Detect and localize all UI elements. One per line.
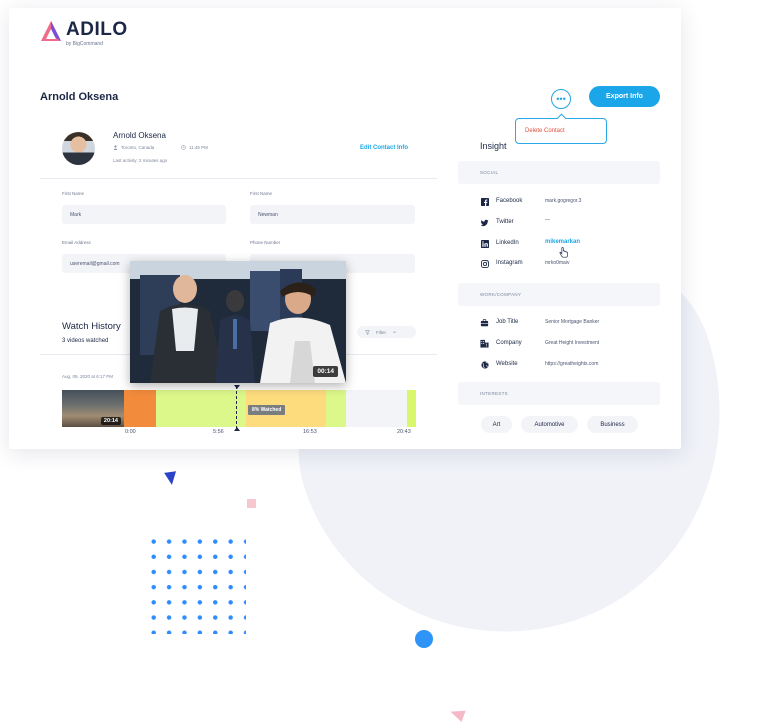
work-label-website: Website [496, 361, 518, 367]
divider [40, 178, 437, 179]
filter-dropdown[interactable]: Filter [357, 326, 416, 338]
clock-icon [181, 145, 186, 150]
edit-contact-link[interactable]: Edit Contact Info [360, 145, 408, 151]
timeline-tick: 16:53 [303, 429, 317, 435]
instagram-icon [480, 259, 489, 268]
social-value-twitter: — [545, 217, 550, 223]
interest-tag[interactable]: Automotive [521, 416, 578, 433]
phone-label: Phone Number [250, 240, 281, 245]
insight-title: Insight [480, 141, 507, 151]
brand-name: ADILO [66, 19, 128, 40]
social-value-facebook[interactable]: mark.gogregor.3 [545, 198, 581, 204]
thumbnail-duration: 20:14 [100, 417, 121, 425]
filter-label: Filter [376, 329, 386, 335]
video-preview-popup[interactable]: 00:14 [130, 261, 346, 383]
timeline-segment-bright-lime [407, 390, 416, 427]
triangle-decoration-pink [448, 705, 466, 723]
chevron-down-icon [392, 330, 397, 333]
watch-history-title: Watch History [62, 321, 121, 332]
avatar [62, 132, 95, 165]
profile-time-text: 11:45 PM [189, 145, 208, 150]
social-label-instagram: Instagram [496, 260, 523, 266]
person-icon [113, 145, 118, 150]
page-title: Arnold Oksena [40, 91, 119, 103]
work-value-company: Great Height Investment [545, 340, 600, 346]
interest-tag[interactable]: Business [587, 416, 638, 433]
dot-grid-decoration [146, 534, 246, 634]
building-icon [480, 339, 489, 348]
last-activity: Last activity: 2 minutes ago [113, 158, 168, 163]
globe-icon [480, 360, 489, 369]
logo-icon [41, 21, 61, 41]
timeline-segment-orange [124, 390, 156, 427]
video-preview-image [130, 261, 346, 383]
work-section-header: WORK/COMPANY [458, 283, 660, 306]
interest-tag[interactable]: Art [481, 416, 512, 433]
twitter-icon [480, 218, 489, 227]
profile-name: Arnold Oksena [113, 131, 166, 140]
playhead-marker-top [234, 385, 240, 389]
profile-location: Toronto, Canada [113, 145, 154, 150]
first-name-field[interactable]: Mark [62, 205, 226, 224]
popup-duration: 00:14 [313, 366, 338, 377]
filter-icon [365, 329, 370, 335]
social-label-twitter: Twitter [496, 219, 514, 225]
more-options-button[interactable]: ••• [551, 89, 571, 109]
playhead-line[interactable] [236, 386, 237, 429]
first-name-label: First Name [62, 191, 85, 196]
social-section-header: SOCIAL [458, 161, 660, 184]
export-info-button[interactable]: Export Info [589, 86, 660, 107]
interests-section-header: INTERESTS [458, 382, 660, 405]
work-label-company: Company [496, 340, 522, 346]
linkedin-icon [480, 239, 489, 248]
timeline-tick: 5:56 [213, 429, 224, 435]
email-label: Email Address [62, 240, 91, 245]
social-value-instagram[interactable]: mrko0maiv [545, 260, 569, 266]
social-label-facebook: Facebook [496, 198, 523, 204]
triangle-decoration [164, 471, 178, 486]
last-name-field[interactable]: Newman [250, 205, 415, 224]
work-label-job-title: Job Title [496, 319, 519, 325]
profile-time: 11:45 PM [181, 145, 208, 150]
timeline-tick: 20:43 [397, 429, 411, 435]
brand-sub: by BigCommand [66, 41, 103, 47]
circle-decoration [415, 630, 433, 648]
briefcase-icon [480, 318, 489, 327]
facebook-icon [480, 197, 489, 206]
timeline-segment-lime [156, 390, 246, 427]
watch-date: Aug. 09, 2020 at 6:17 PM [62, 374, 114, 379]
hand-cursor-icon [559, 247, 568, 258]
timeline-segment-lime-2 [326, 390, 346, 427]
playhead-marker-bottom [234, 427, 240, 431]
watched-percentage-badge: 8% Watched [248, 405, 286, 415]
delete-contact-menu-item[interactable]: Delete Contact [515, 118, 607, 144]
watch-history-count: 3 videos watched [62, 338, 109, 344]
logo: ADILO by BigCommand [40, 20, 128, 47]
video-thumbnail[interactable]: 20:14 [62, 390, 124, 427]
last-name-label: First Name [250, 191, 273, 196]
square-decoration [247, 499, 256, 508]
profile-location-text: Toronto, Canada [121, 145, 155, 150]
work-value-website[interactable]: https://greatheights.com [545, 361, 598, 367]
timeline-tick: 0:00 [125, 429, 136, 435]
social-value-linkedin[interactable]: mikemarkan [545, 239, 580, 245]
work-value-job-title: Senior Mortgage Banker [545, 319, 600, 325]
social-label-linkedin: LinkedIn [496, 240, 519, 246]
